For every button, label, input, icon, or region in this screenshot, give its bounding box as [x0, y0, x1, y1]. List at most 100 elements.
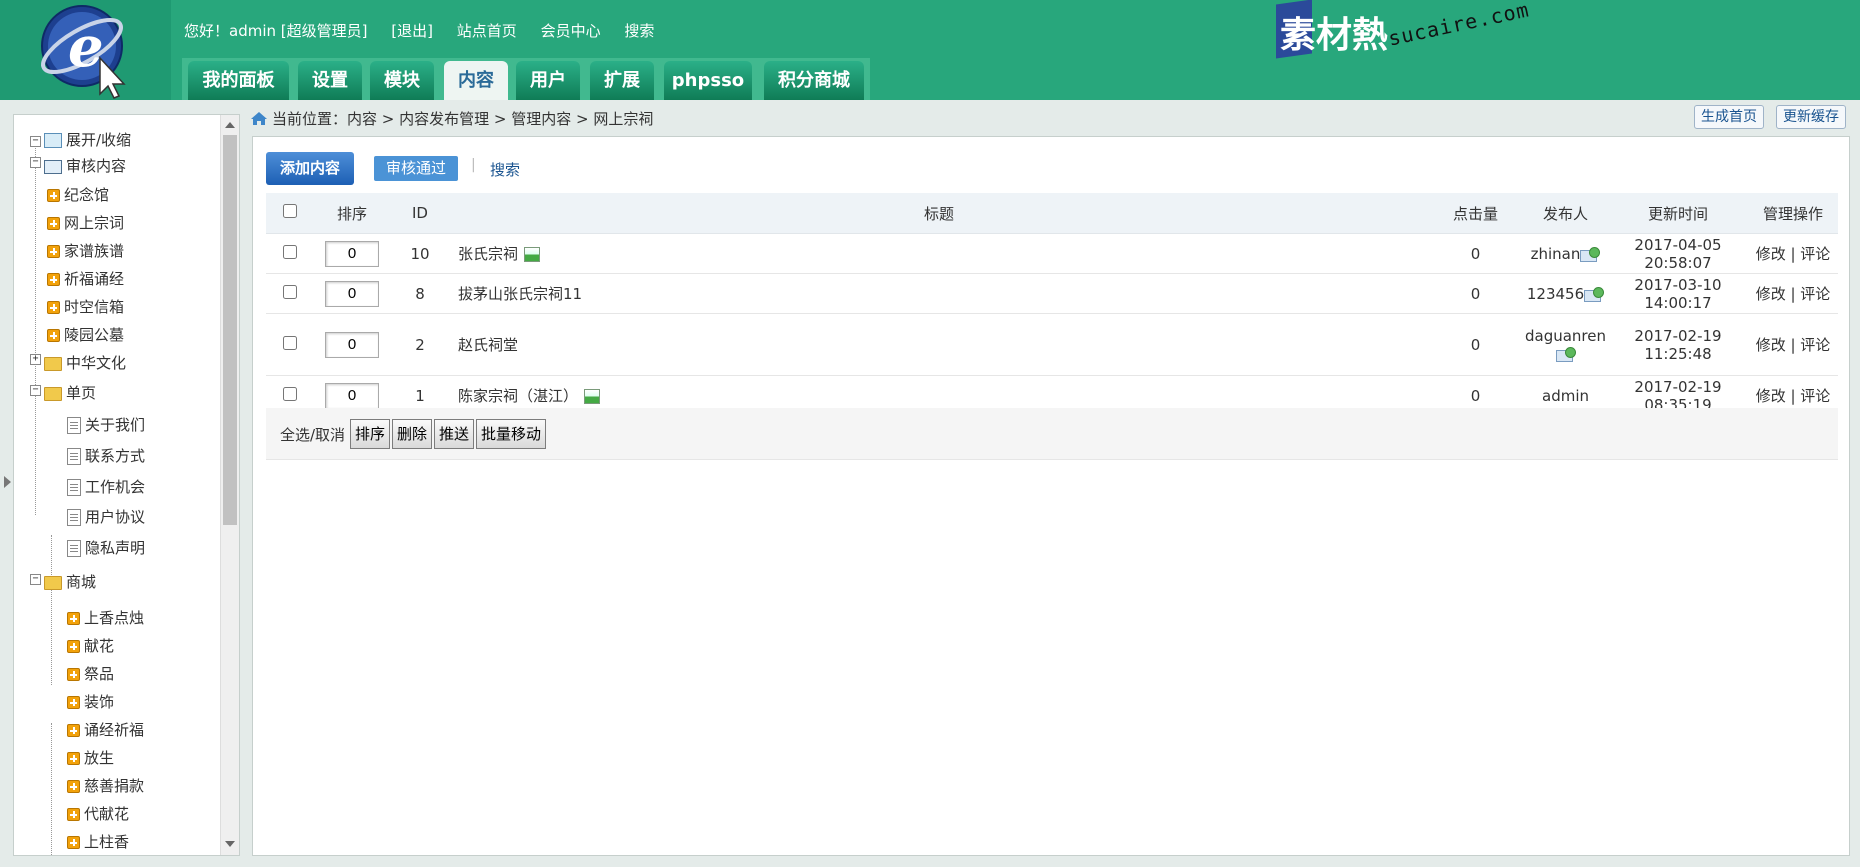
batch-move-button[interactable]: 批量移动	[476, 419, 547, 449]
edit-link[interactable]: 修改	[1756, 285, 1786, 303]
audit-pass-button[interactable]: 审核通过	[374, 156, 458, 181]
tree-item-time-mailbox[interactable]: 时空信箱	[47, 296, 124, 317]
scroll-up-icon[interactable]	[225, 122, 235, 128]
sort-button[interactable]: 排序	[350, 419, 391, 449]
member-center-link[interactable]: 会员中心	[541, 22, 601, 40]
update-cache-button[interactable]: 更新缓存	[1776, 105, 1846, 129]
collapse-toggle[interactable]: −	[30, 157, 41, 168]
user-card-icon[interactable]	[1580, 247, 1601, 262]
tree-mall-item[interactable]: 祭品	[67, 663, 114, 684]
col-author: 发布人	[1523, 193, 1608, 234]
tab-my-panel[interactable]: 我的面板	[188, 61, 289, 100]
scroll-down-icon[interactable]	[225, 841, 235, 847]
tree-mall[interactable]: 商城	[44, 571, 96, 592]
tab-points-mall[interactable]: 积分商城	[764, 61, 864, 100]
tree-item-memorial[interactable]: 纪念馆	[47, 184, 109, 205]
tab-phpsso[interactable]: phpsso	[664, 61, 752, 100]
cell-title[interactable]: 赵氏祠堂	[458, 336, 518, 354]
cell-author[interactable]: zhinan	[1531, 245, 1581, 263]
cell-title[interactable]: 拔茅山张氏宗祠11	[458, 285, 582, 303]
search-link[interactable]: 搜索	[490, 159, 520, 180]
tree-audit-content[interactable]: 审核内容	[44, 155, 126, 176]
sort-input[interactable]	[325, 382, 379, 409]
collapse-toggle[interactable]: −	[30, 574, 41, 585]
edit-link[interactable]: 修改	[1756, 245, 1786, 263]
cell-title[interactable]: 张氏宗祠	[458, 245, 518, 263]
sidebar-tree: − 展开/收缩 − 审核内容 纪念馆 网上宗词 家谱族谱 祈福诵经 时空信箱 陵…	[13, 114, 240, 856]
push-button[interactable]: 推送	[434, 419, 475, 449]
home-icon[interactable]	[250, 111, 268, 126]
logo[interactable]: e	[0, 0, 171, 100]
tree-expand-collapse[interactable]: 展开/收缩	[44, 129, 131, 150]
scroll-thumb[interactable]	[223, 135, 237, 525]
edit-link[interactable]: 修改	[1756, 387, 1786, 405]
tab-users[interactable]: 用户	[516, 61, 580, 100]
sidebar-toggle-icon[interactable]	[4, 476, 11, 488]
cell-author[interactable]: 123456	[1527, 285, 1584, 303]
row-checkbox[interactable]	[283, 386, 297, 401]
tree-mall-item[interactable]: 慈善捐款	[67, 775, 144, 796]
tree-page-agreement[interactable]: 用户协议	[67, 506, 145, 527]
tab-extend[interactable]: 扩展	[590, 61, 654, 100]
cell-author[interactable]: daguanren	[1524, 327, 1607, 345]
select-all-toggle[interactable]: 全选/取消	[280, 424, 345, 445]
search-link[interactable]: 搜索	[624, 22, 654, 40]
tree-mall-item[interactable]: 献花	[67, 635, 114, 656]
tree-mall-item[interactable]: 代献花	[67, 803, 129, 824]
row-checkbox[interactable]	[283, 244, 297, 259]
tree-single-page[interactable]: 单页	[44, 382, 96, 403]
row-checkbox[interactable]	[283, 284, 297, 299]
tree-mall-item[interactable]: 上香点烛	[67, 607, 144, 628]
collapse-toggle[interactable]: −	[30, 385, 41, 396]
sort-input[interactable]	[325, 331, 379, 358]
row-checkbox[interactable]	[283, 335, 297, 350]
tree-item-online-ancestral[interactable]: 网上宗词	[47, 212, 124, 233]
brand-en-text: sucaire.com	[1386, 0, 1532, 51]
tree-mall-item[interactable]: 放生	[67, 747, 114, 768]
table-row: 10 张氏宗祠 0 zhinan 2017-04-05 20:58:07 修改 …	[266, 233, 1838, 274]
user-card-icon[interactable]	[1555, 347, 1576, 362]
cell-title[interactable]: 陈家宗祠（湛江）	[458, 387, 578, 405]
col-sort[interactable]: 排序	[314, 193, 390, 234]
select-all-checkbox[interactable]	[283, 204, 297, 218]
delete-button[interactable]: 删除	[392, 419, 433, 449]
plus-icon	[47, 245, 60, 258]
op-separator: |	[1785, 245, 1801, 263]
user-card-icon[interactable]	[1584, 287, 1605, 302]
collapse-toggle[interactable]: −	[30, 136, 41, 147]
comment-link[interactable]: 评论	[1800, 387, 1830, 405]
tab-content[interactable]: 内容	[444, 61, 508, 100]
plus-icon	[47, 329, 60, 342]
tree-page-jobs[interactable]: 工作机会	[67, 476, 145, 497]
cell-author[interactable]: admin	[1542, 387, 1589, 405]
tree-page-privacy[interactable]: 隐私声明	[67, 537, 145, 558]
tree-chinese-culture[interactable]: 中华文化	[44, 352, 126, 373]
tree-page-contact[interactable]: 联系方式	[67, 445, 145, 466]
tree-label: 网上宗词	[64, 214, 125, 232]
tree-mall-item[interactable]: 上柱香	[67, 831, 129, 852]
tree-mall-item[interactable]: 诵经祈福	[67, 719, 144, 740]
expand-toggle[interactable]: +	[30, 354, 41, 365]
tree-mall-item[interactable]: 装饰	[67, 691, 114, 712]
sidebar-scrollbar[interactable]	[220, 115, 239, 855]
tree-item-genealogy[interactable]: 家谱族谱	[47, 240, 124, 261]
tree-page-about[interactable]: 关于我们	[67, 414, 145, 435]
site-home-link[interactable]: 站点首页	[457, 22, 517, 40]
col-id[interactable]: ID	[390, 193, 450, 234]
edit-link[interactable]: 修改	[1756, 336, 1786, 354]
tab-modules[interactable]: 模块	[370, 61, 434, 100]
tree-item-prayer[interactable]: 祈福诵经	[47, 268, 124, 289]
tab-settings[interactable]: 设置	[298, 61, 362, 100]
sort-input[interactable]	[325, 240, 379, 267]
comment-link[interactable]: 评论	[1800, 336, 1830, 354]
sort-input[interactable]	[325, 280, 379, 307]
tree-label: 装饰	[84, 693, 115, 711]
tree-item-cemetery[interactable]: 陵园公墓	[47, 324, 124, 345]
select-all-header	[266, 193, 314, 234]
tree-line	[51, 723, 52, 855]
logout-link[interactable]: [退出]	[391, 22, 433, 40]
generate-home-button[interactable]: 生成首页	[1694, 105, 1764, 129]
comment-link[interactable]: 评论	[1800, 245, 1830, 263]
add-content-button[interactable]: 添加内容	[266, 152, 354, 185]
comment-link[interactable]: 评论	[1800, 285, 1830, 303]
